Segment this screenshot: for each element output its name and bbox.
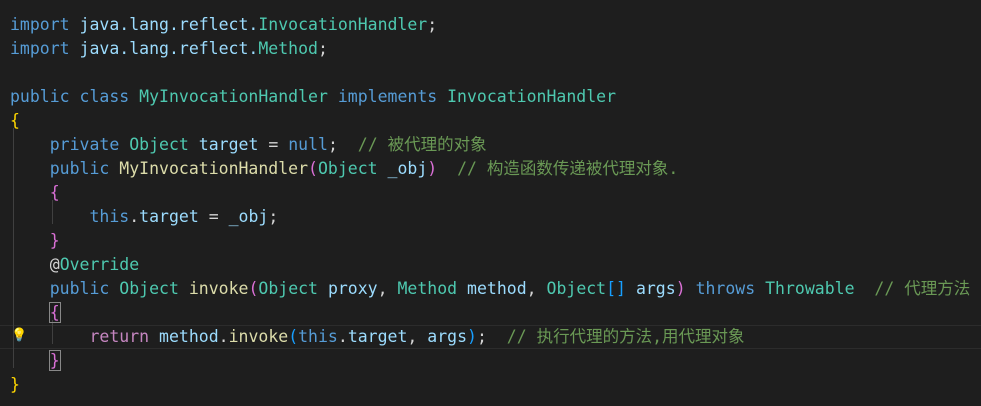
token: Object xyxy=(119,279,179,298)
token: , xyxy=(377,279,398,298)
token: proxy xyxy=(327,279,378,298)
code-line-14[interactable]: return method.invoke(this.target, args);… xyxy=(10,325,970,349)
token: _obj xyxy=(387,159,428,178)
token: private xyxy=(49,135,120,154)
token: method xyxy=(159,327,219,346)
code-editor[interactable]: 💡 import java.lang.reflect.InvocationHan… xyxy=(0,0,981,406)
code-line-7[interactable]: public MyInvocationHandler(Object _obj) … xyxy=(10,157,970,181)
token: { xyxy=(10,111,20,130)
token: target xyxy=(198,135,259,154)
code-line-16[interactable]: } xyxy=(10,373,970,397)
token: { xyxy=(49,183,60,202)
token: MyInvocationHandler xyxy=(139,87,328,106)
code-line-8[interactable]: { xyxy=(10,181,970,205)
token: } xyxy=(49,231,60,250)
token: // 被代理的对象 xyxy=(357,135,487,154)
token: ( xyxy=(308,159,318,178)
token: this xyxy=(298,327,338,346)
token: ; xyxy=(317,39,328,58)
code-line-15[interactable]: } xyxy=(10,349,970,373)
code-line-13[interactable]: { xyxy=(10,301,970,325)
token: // 构造函数传递被代理对象. xyxy=(457,159,679,178)
token: target xyxy=(347,327,408,346)
token: . xyxy=(129,207,140,226)
token: java.lang.reflect. xyxy=(79,39,259,58)
code-line-4[interactable]: public class MyInvocationHandler impleme… xyxy=(10,85,970,109)
token: = xyxy=(198,207,229,226)
token: // 执行代理的方法,用代理对象 xyxy=(506,327,745,346)
token: invoke xyxy=(228,327,289,346)
token: public xyxy=(10,87,70,106)
token: ; xyxy=(327,135,338,154)
token: method xyxy=(467,279,527,298)
token: . xyxy=(218,327,229,346)
token: implements xyxy=(337,87,438,106)
code-line-6[interactable]: private Object target = null; // 被代理的对象 xyxy=(10,133,970,157)
token: args xyxy=(427,327,468,346)
token: } xyxy=(10,375,20,394)
token: import xyxy=(10,39,70,58)
token: null xyxy=(288,135,328,154)
code-lines: import java.lang.reflect.InvocationHandl… xyxy=(10,13,970,397)
code-line-9[interactable]: this.target = _obj; xyxy=(10,205,970,229)
code-line-3[interactable] xyxy=(10,61,970,85)
token: this xyxy=(89,207,130,226)
token: . xyxy=(337,327,348,346)
token: , xyxy=(407,327,428,346)
token: ) xyxy=(675,279,686,298)
token: InvocationHandler xyxy=(447,87,617,106)
code-line-12[interactable]: public Object invoke(Object proxy, Metho… xyxy=(10,277,970,301)
token: = xyxy=(258,135,289,154)
token: MyInvocationHandler xyxy=(119,159,309,178)
code-line-1[interactable]: import java.lang.reflect.InvocationHandl… xyxy=(10,13,970,37)
token: Throwable xyxy=(765,279,855,298)
token: InvocationHandler xyxy=(258,15,428,34)
token: // 代理方法 xyxy=(874,279,971,298)
code-line-10[interactable]: } xyxy=(10,229,970,253)
token: args xyxy=(635,279,676,298)
token: invoke xyxy=(188,279,249,298)
token: , xyxy=(526,279,547,298)
token: } xyxy=(48,350,61,371)
token: ) xyxy=(427,159,438,178)
token: ( xyxy=(288,327,299,346)
token: public xyxy=(49,279,110,298)
token: import xyxy=(10,15,70,34)
token: _obj xyxy=(228,207,269,226)
token: class xyxy=(79,87,130,106)
token: Object xyxy=(258,279,318,298)
token: Override xyxy=(59,255,140,274)
token: target xyxy=(139,207,199,226)
token: throws xyxy=(695,279,756,298)
token: Method xyxy=(258,39,318,58)
token: Object xyxy=(317,159,378,178)
token: Object xyxy=(129,135,189,154)
token: return xyxy=(89,327,150,346)
token: { xyxy=(48,302,61,323)
token: ; xyxy=(476,327,487,346)
token: Object xyxy=(546,279,607,298)
token: ( xyxy=(248,279,259,298)
token: public xyxy=(49,159,110,178)
token: java.lang.reflect. xyxy=(79,15,259,34)
token: Method xyxy=(397,279,458,298)
token: [] xyxy=(606,279,626,298)
token: @ xyxy=(49,255,60,274)
code-line-11[interactable]: @Override xyxy=(10,253,970,277)
code-line-5[interactable]: { xyxy=(10,109,970,133)
token: ; xyxy=(268,207,279,226)
code-line-2[interactable]: import java.lang.reflect.Method; xyxy=(10,37,970,61)
token: ; xyxy=(427,15,438,34)
token: ) xyxy=(467,327,477,346)
